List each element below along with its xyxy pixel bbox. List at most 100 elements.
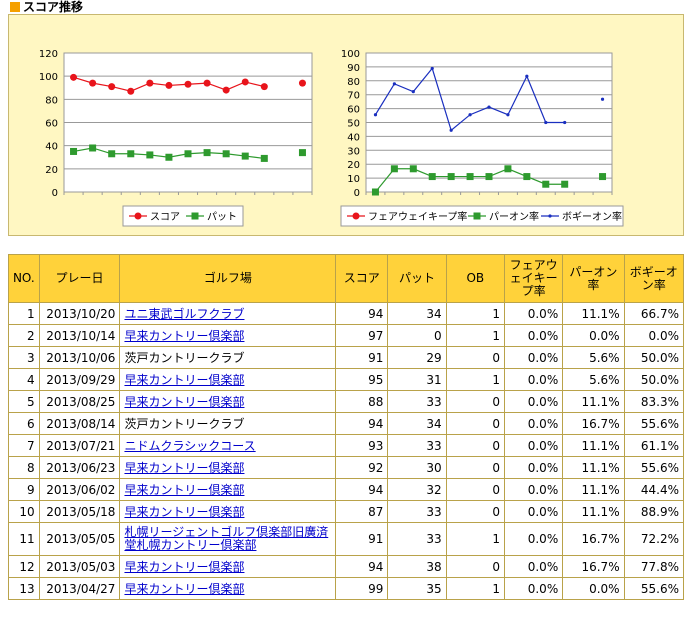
- cell-putt: 38: [387, 555, 447, 578]
- cell-date: 2013/06/02: [38, 478, 121, 501]
- data-point: [373, 113, 378, 117]
- data-point: [371, 188, 379, 196]
- cell-score: 88: [335, 390, 389, 413]
- cell-no: 10: [8, 500, 40, 523]
- cell-course: 早来カントリー倶楽部: [119, 324, 337, 347]
- cell-score: 94: [335, 555, 389, 578]
- legend-marker: [191, 212, 199, 220]
- cell-fw: 0.0%: [503, 368, 564, 391]
- data-point: [70, 73, 78, 81]
- course-link[interactable]: 早来カントリー倶楽部: [124, 560, 244, 574]
- cell-ob: 1: [445, 324, 505, 347]
- cell-fw: 0.0%: [503, 478, 564, 501]
- data-point: [70, 147, 78, 155]
- column-header-text: パーオン: [569, 264, 618, 279]
- y-tick-label: 90: [347, 63, 360, 74]
- y-tick-label: 20: [45, 165, 58, 176]
- column-header: プレー日: [38, 254, 121, 303]
- legend-label: フェアウェイキープ率: [368, 210, 467, 223]
- cell-ob: 0: [445, 412, 505, 435]
- data-point: [390, 165, 398, 173]
- cell-putt: 33: [387, 434, 447, 457]
- cell-course: 早来カントリー倶楽部: [119, 577, 337, 600]
- course-link[interactable]: 早来カントリー倶楽部: [124, 582, 244, 596]
- course-link[interactable]: 早来カントリー倶楽部: [124, 483, 244, 497]
- cell-fw: 0.0%: [503, 324, 564, 347]
- column-header-text: ェイキー: [509, 271, 558, 285]
- data-point: [411, 90, 415, 94]
- cell-bogey-on: 77.8%: [623, 555, 685, 578]
- cell-date: 2013/08/25: [38, 390, 121, 413]
- table-row: 10 2013/05/18 早来カントリー倶楽部 87 33 0 0.0% 11.1% 88.9…: [8, 500, 685, 523]
- cell-fw: 0.0%: [503, 500, 564, 523]
- course-link[interactable]: 早来カントリー倶楽部: [124, 329, 244, 343]
- cell-putt: 33: [387, 522, 447, 556]
- data-point: [222, 86, 230, 94]
- data-point: [392, 82, 396, 86]
- y-tick-label: 50: [347, 119, 360, 130]
- table-row: 4 2013/09/29 早来カントリー倶楽部 95 31 1 0.0% 5.6% 50.0%: [8, 368, 685, 391]
- data-point: [428, 173, 436, 181]
- cell-no: 8: [8, 456, 40, 479]
- data-point: [600, 97, 605, 101]
- cell-bogey-on: 88.9%: [623, 500, 685, 523]
- data-point: [203, 79, 211, 87]
- section-title: スコア推移: [10, 0, 83, 14]
- course-link[interactable]: 早来カントリー倶楽部: [124, 373, 244, 387]
- data-point: [487, 105, 491, 109]
- table-row: 11 2013/05/05 札幌リージェントゴルフ倶楽部旧廣済堂札幌カントリー倶楽部…: [8, 522, 685, 556]
- data-point: [504, 165, 512, 173]
- cell-putt: 33: [387, 500, 447, 523]
- course-link[interactable]: 早来カントリー倶楽部: [124, 461, 244, 475]
- cell-fw: 0.0%: [503, 302, 564, 325]
- cell-par-on: 0.0%: [562, 324, 625, 347]
- column-header: パーオン率: [562, 254, 625, 303]
- table-row: 8 2013/06/23 早来カントリー倶楽部 92 30 0 0.0% 11.1% 55.6%: [8, 456, 685, 479]
- cell-score: 94: [335, 478, 389, 501]
- table-row: 2 2013/10/14 早来カントリー倶楽部 97 0 1 0.0% 0.0% 0.0%: [8, 324, 685, 347]
- course-link[interactable]: 札幌リージェントゴルフ倶楽部旧廣済堂札幌カントリー倶楽部: [124, 525, 328, 552]
- table-row: 1 2013/10/20 ユニ東武ゴルフクラブ 94 34 1 0.0% 11.1% 66.7%: [8, 302, 685, 325]
- cell-par-on: 11.1%: [562, 456, 625, 479]
- data-point: [146, 151, 154, 159]
- data-point: [184, 80, 192, 88]
- cell-course: ユニ東武ゴルフクラブ: [119, 302, 337, 325]
- course-link[interactable]: 早来カントリー倶楽部: [124, 395, 244, 409]
- table-header: NO. プレー日 ゴルフ場 スコア パット OB フェアウ ェイキー プ率 パーオン率ボギーオ ン率: [8, 254, 685, 303]
- cell-ob: 0: [445, 434, 505, 457]
- cell-ob: 0: [445, 390, 505, 413]
- legend-label: パーオン率: [489, 210, 539, 223]
- data-point: [599, 173, 607, 181]
- table-row: 13 2013/04/27 早来カントリー倶楽部 99 35 1 0.0% 0.0% 55.6%: [8, 577, 685, 600]
- data-point: [165, 81, 173, 89]
- data-point: [89, 144, 97, 152]
- cell-par-on: 5.6%: [562, 346, 625, 369]
- cell-bogey-on: 44.4%: [623, 478, 685, 501]
- y-tick-label: 100: [39, 72, 58, 83]
- cell-bogey-on: 50.0%: [623, 346, 685, 369]
- cell-no: 3: [8, 346, 40, 369]
- y-tick-label: 120: [39, 49, 58, 60]
- y-tick-label: 40: [347, 132, 360, 143]
- cell-no: 6: [8, 412, 40, 435]
- data-point: [506, 113, 510, 117]
- cell-date: 2013/04/27: [38, 577, 121, 600]
- data-point: [127, 87, 135, 95]
- cell-course: 早来カントリー倶楽部: [119, 500, 337, 523]
- table-row: 6 2013/08/14 茨戸カントリークラブ 94 34 0 0.0% 16.7% 55.6%: [8, 412, 685, 435]
- score-putt-chart: 0 20 40 60 80 100 120 スコア パット: [39, 49, 313, 227]
- cell-date: 2013/06/23: [38, 456, 121, 479]
- column-header: フェアウ ェイキー プ率: [503, 254, 564, 303]
- cell-par-on: 11.1%: [562, 434, 625, 457]
- data-point: [409, 165, 417, 173]
- y-tick-label: 60: [45, 119, 58, 130]
- table-row: 3 2013/10/06 茨戸カントリークラブ 91 29 0 0.0% 5.6% 50.0%: [8, 346, 685, 369]
- column-header-text: スコア: [343, 271, 380, 285]
- cell-putt: 32: [387, 478, 447, 501]
- course-link[interactable]: ユニ東武ゴルフクラブ: [124, 307, 244, 321]
- cell-date: 2013/07/21: [38, 434, 121, 457]
- course-link[interactable]: ニドムクラシックコース: [124, 439, 255, 453]
- course-link[interactable]: 早来カントリー倶楽部: [124, 505, 244, 519]
- cell-fw: 0.0%: [503, 412, 564, 435]
- cell-bogey-on: 66.7%: [623, 302, 685, 325]
